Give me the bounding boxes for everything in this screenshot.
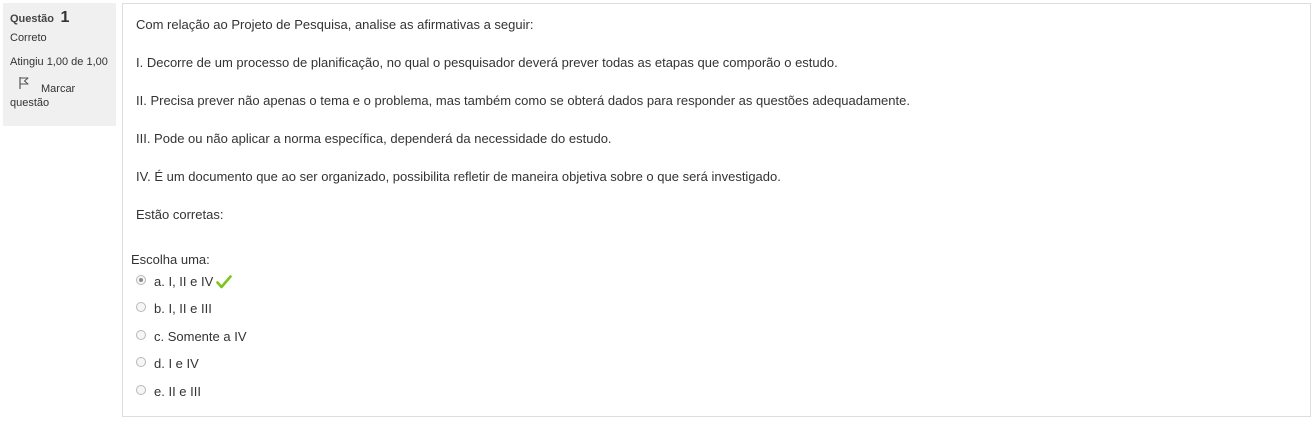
answer-option-a[interactable]: a. I, II e IV — [136, 274, 233, 289]
flag-icon — [19, 77, 29, 89]
answer-option-b[interactable]: b. I, II e III — [136, 301, 212, 316]
radio-button[interactable] — [136, 356, 146, 367]
question-state: Correto — [10, 32, 47, 44]
radio-button[interactable] — [136, 301, 146, 312]
check-icon — [216, 274, 233, 288]
question-intro: Com relação ao Projeto de Pesquisa, anal… — [136, 17, 534, 32]
radio-button-selected[interactable] — [136, 274, 146, 285]
answer-option-e[interactable]: e. II e III — [136, 384, 201, 399]
answer-prompt: Escolha uma: — [131, 252, 210, 267]
answer-option-d[interactable]: d. I e IV — [136, 356, 199, 371]
question-number: 1 — [60, 9, 70, 26]
question-grade: Atingiu 1,00 de 1,00 — [10, 56, 108, 68]
answer-label: b. I, II e III — [154, 301, 212, 316]
radio-button[interactable] — [136, 329, 146, 340]
statement-4: IV. É um documento que ao ser organizado… — [136, 169, 781, 184]
answer-label: a. I, II e IV — [154, 274, 214, 289]
statement-1: I. Decorre de um processo de planificaçã… — [136, 55, 838, 70]
flag-label-line2: questão — [10, 97, 50, 109]
question-closing: Estão corretas: — [136, 207, 224, 222]
answer-label: d. I e IV — [154, 356, 199, 371]
radio-button[interactable] — [136, 384, 146, 395]
flag-question-button[interactable]: Marcar questão — [10, 76, 116, 110]
question-content: Com relação ao Projeto de Pesquisa, anal… — [122, 3, 1311, 417]
statement-2: II. Precisa prever não apenas o tema e o… — [136, 93, 910, 108]
answer-label: e. II e III — [154, 384, 201, 399]
answer-option-c[interactable]: c. Somente a IV — [136, 329, 247, 344]
question-heading: Questão 1 — [10, 9, 116, 27]
answer-label: c. Somente a IV — [154, 329, 247, 344]
statement-3: III. Pode ou não aplicar a norma específ… — [136, 131, 612, 146]
question-label: Questão — [10, 13, 55, 25]
question-info-panel: Questão 1 Correto Atingiu 1,00 de 1,00 M… — [3, 3, 116, 126]
